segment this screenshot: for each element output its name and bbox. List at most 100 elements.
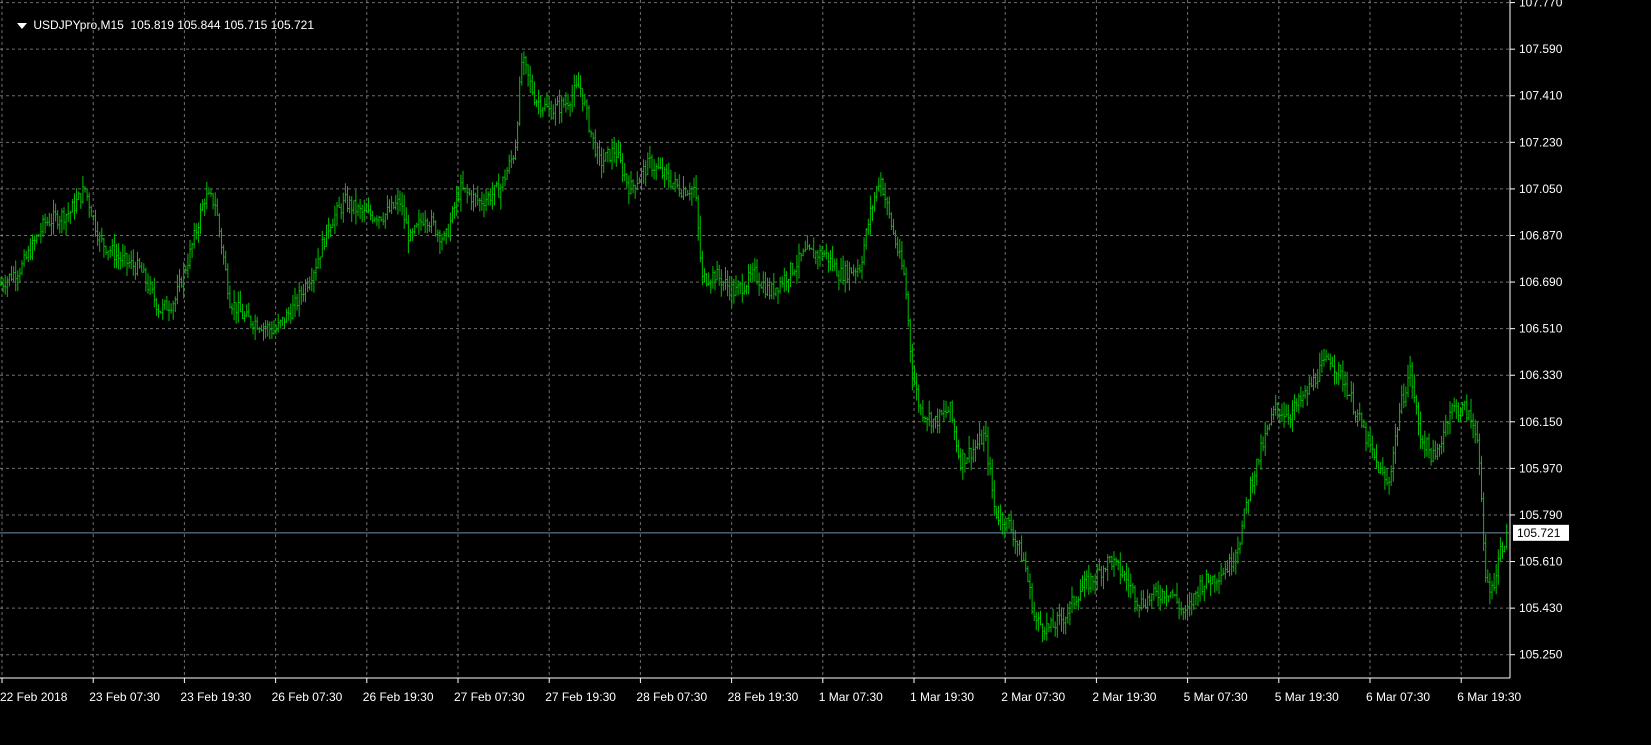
price-bar xyxy=(938,408,941,434)
y-tick-label: 105.790 xyxy=(1519,508,1563,522)
price-bar xyxy=(770,281,773,300)
price-bar xyxy=(1388,476,1391,495)
y-tick-label: 106.690 xyxy=(1519,275,1563,289)
price-bar xyxy=(686,189,689,196)
price-bar xyxy=(1119,552,1122,585)
price-bar xyxy=(1257,458,1260,465)
price-bar xyxy=(403,194,406,230)
price-bar xyxy=(420,213,422,231)
x-tick-label: 6 Mar 19:30 xyxy=(1457,690,1521,704)
price-bar xyxy=(1484,534,1487,583)
price-bar xyxy=(1211,575,1214,585)
price-bar xyxy=(123,245,126,267)
price-bar xyxy=(856,259,859,278)
price-bar xyxy=(1129,573,1132,599)
price-bar xyxy=(1299,386,1302,407)
price-bar xyxy=(737,280,740,296)
price-bar xyxy=(142,263,145,273)
price-bar xyxy=(1104,567,1107,573)
price-bar xyxy=(455,185,458,217)
price-bar xyxy=(552,104,555,120)
price-bar xyxy=(982,425,985,452)
price-bar xyxy=(1486,569,1489,583)
x-tick-label: 5 Mar 07:30 xyxy=(1184,690,1248,704)
price-bar xyxy=(1442,420,1445,453)
price-bar xyxy=(1260,434,1262,470)
price-bar xyxy=(23,249,26,267)
price-bar xyxy=(170,303,173,314)
price-bar xyxy=(1157,580,1160,607)
price-bar xyxy=(151,281,154,294)
price-bar xyxy=(434,220,437,237)
price-bar xyxy=(1150,593,1153,609)
price-bar xyxy=(1058,603,1061,625)
price-bar xyxy=(1060,607,1063,632)
price-bar xyxy=(432,212,435,226)
y-tick-label: 107.050 xyxy=(1519,182,1563,196)
price-bar xyxy=(816,249,819,270)
price-bar xyxy=(1089,572,1092,593)
price-bar xyxy=(1268,423,1271,431)
price-bar xyxy=(871,205,874,222)
price-bar xyxy=(1039,610,1042,626)
price-bar xyxy=(1266,424,1269,436)
price-bar xyxy=(562,97,565,108)
price-bar xyxy=(999,504,1002,531)
price-bar xyxy=(537,89,540,115)
price-bar xyxy=(1220,562,1223,585)
price-bar xyxy=(974,439,977,462)
price-bar xyxy=(1333,354,1336,385)
price-bar xyxy=(304,279,307,303)
price-bar xyxy=(79,193,82,209)
price-bar xyxy=(1365,421,1367,452)
price-bar xyxy=(354,189,357,225)
price-bar xyxy=(352,200,355,215)
price-bar xyxy=(289,303,292,324)
price-bar xyxy=(216,198,219,216)
price-bar xyxy=(1117,559,1120,571)
price-bar xyxy=(898,239,901,259)
price-bar xyxy=(157,304,160,318)
price-bar xyxy=(703,268,706,283)
price-bar xyxy=(336,202,338,227)
price-bar xyxy=(1501,541,1504,559)
price-bar xyxy=(667,162,670,188)
price-bar xyxy=(54,203,57,222)
price-bar xyxy=(665,164,668,181)
price-bar xyxy=(772,273,775,300)
price-bar xyxy=(121,243,124,268)
price-bar xyxy=(1478,433,1481,476)
y-tick-label: 107.590 xyxy=(1519,42,1563,56)
price-bar xyxy=(1482,492,1485,552)
price-bar xyxy=(848,261,851,291)
price-bar xyxy=(1362,419,1365,428)
price-bar xyxy=(1110,555,1113,570)
price-bar xyxy=(1236,536,1239,564)
price-bar xyxy=(247,302,250,318)
chart-window[interactable]: 107.770 107.590 107.410 107.230 107.050 106.8… xyxy=(0,0,1651,740)
price-bar xyxy=(758,272,761,296)
current-price-label: 105.721 xyxy=(1517,526,1561,540)
price-bar xyxy=(499,183,502,210)
y-tick-label: 105.610 xyxy=(1519,555,1563,569)
price-bar xyxy=(4,274,7,295)
price-bar xyxy=(590,130,593,138)
price-bar xyxy=(1350,381,1353,403)
price-bar xyxy=(388,199,391,213)
price-bar xyxy=(550,100,553,120)
price-bar xyxy=(546,92,548,108)
price-bar xyxy=(760,281,763,289)
price-bar xyxy=(869,195,872,235)
price-bar xyxy=(1144,598,1147,609)
dropdown-triangle-icon[interactable] xyxy=(17,22,28,29)
price-bar xyxy=(105,245,107,255)
price-bar xyxy=(1255,458,1258,486)
price-bar xyxy=(172,300,175,320)
price-bar xyxy=(447,223,450,238)
price-bar xyxy=(331,218,334,228)
price-chart[interactable]: 107.770 107.590 107.410 107.230 107.050 106.8… xyxy=(0,0,1651,740)
price-bar xyxy=(1062,608,1065,634)
price-bar xyxy=(340,203,343,220)
price-bar xyxy=(1247,499,1250,514)
price-bar xyxy=(130,250,133,270)
